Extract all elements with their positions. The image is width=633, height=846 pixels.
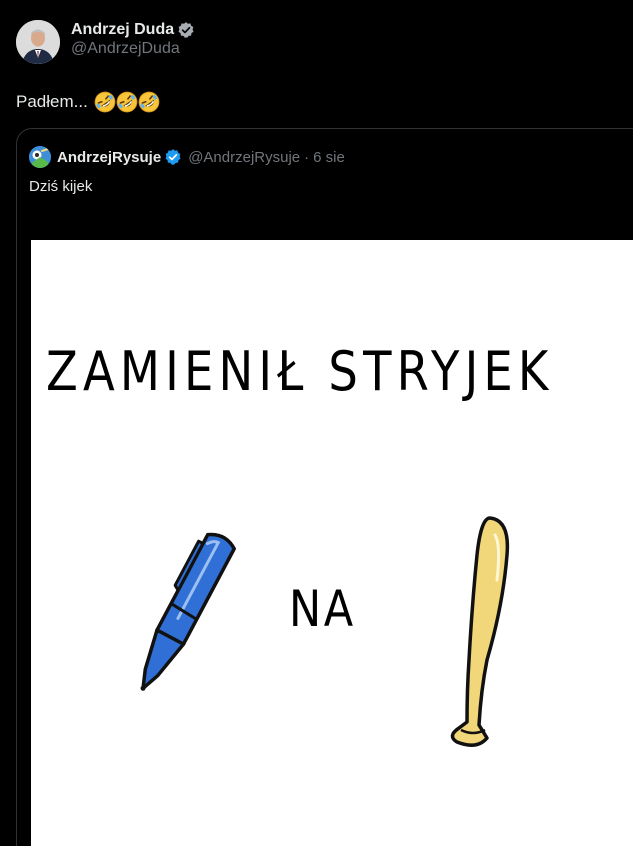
author-handle[interactable]: @AndrzejDuda bbox=[71, 40, 195, 58]
quoted-author-handle[interactable]: @AndrzejRysuje bbox=[188, 149, 300, 166]
meta-separator: · bbox=[304, 148, 310, 166]
author-meta: Andrzej Duda @AndrzejDuda bbox=[71, 21, 195, 58]
author-display-name[interactable]: Andrzej Duda bbox=[71, 21, 174, 39]
author-name-line: Andrzej Duda bbox=[71, 21, 195, 39]
post-text-content: Padłem... bbox=[16, 92, 88, 111]
quoted-author-display-name[interactable]: AndrzejRysuje bbox=[57, 149, 161, 166]
verified-badge-icon bbox=[164, 148, 182, 166]
rolling-on-floor-laughing-emoji-icon bbox=[93, 90, 117, 114]
post-text: Padłem... bbox=[16, 90, 161, 114]
cartoon-title-text: ZAMIENIŁ STRYJEK bbox=[46, 340, 554, 403]
rolling-on-floor-laughing-emoji-icon bbox=[137, 90, 161, 114]
quoted-post-header: AndrzejRysuje @AndrzejRysuje · 6 sie bbox=[29, 146, 345, 168]
blue-pen-icon bbox=[140, 532, 236, 691]
rolling-on-floor-laughing-emoji-icon bbox=[115, 90, 139, 114]
quoted-author-avatar[interactable] bbox=[29, 146, 51, 168]
quoted-post-image[interactable]: ZAMIENIŁ STRYJEK NA bbox=[31, 240, 633, 846]
baseball-bat-icon bbox=[450, 516, 510, 747]
quoted-avatar-drawing-icon bbox=[29, 146, 51, 168]
quoted-post-text: Dziś kijek bbox=[29, 178, 93, 195]
cartoon-na-text: NA bbox=[289, 580, 356, 638]
verified-badge-icon bbox=[177, 21, 195, 39]
quoted-post-date[interactable]: 6 sie bbox=[313, 149, 345, 166]
post-author-row: Andrzej Duda @AndrzejDuda bbox=[16, 20, 195, 64]
quoted-post-card[interactable]: AndrzejRysuje @AndrzejRysuje · 6 sie Dzi… bbox=[16, 128, 633, 846]
tweet-page: Andrzej Duda @AndrzejDuda Padłem... Andr… bbox=[0, 0, 633, 846]
emoji-group bbox=[93, 90, 161, 114]
author-avatar[interactable] bbox=[16, 20, 60, 64]
avatar-portrait-icon bbox=[16, 20, 60, 64]
